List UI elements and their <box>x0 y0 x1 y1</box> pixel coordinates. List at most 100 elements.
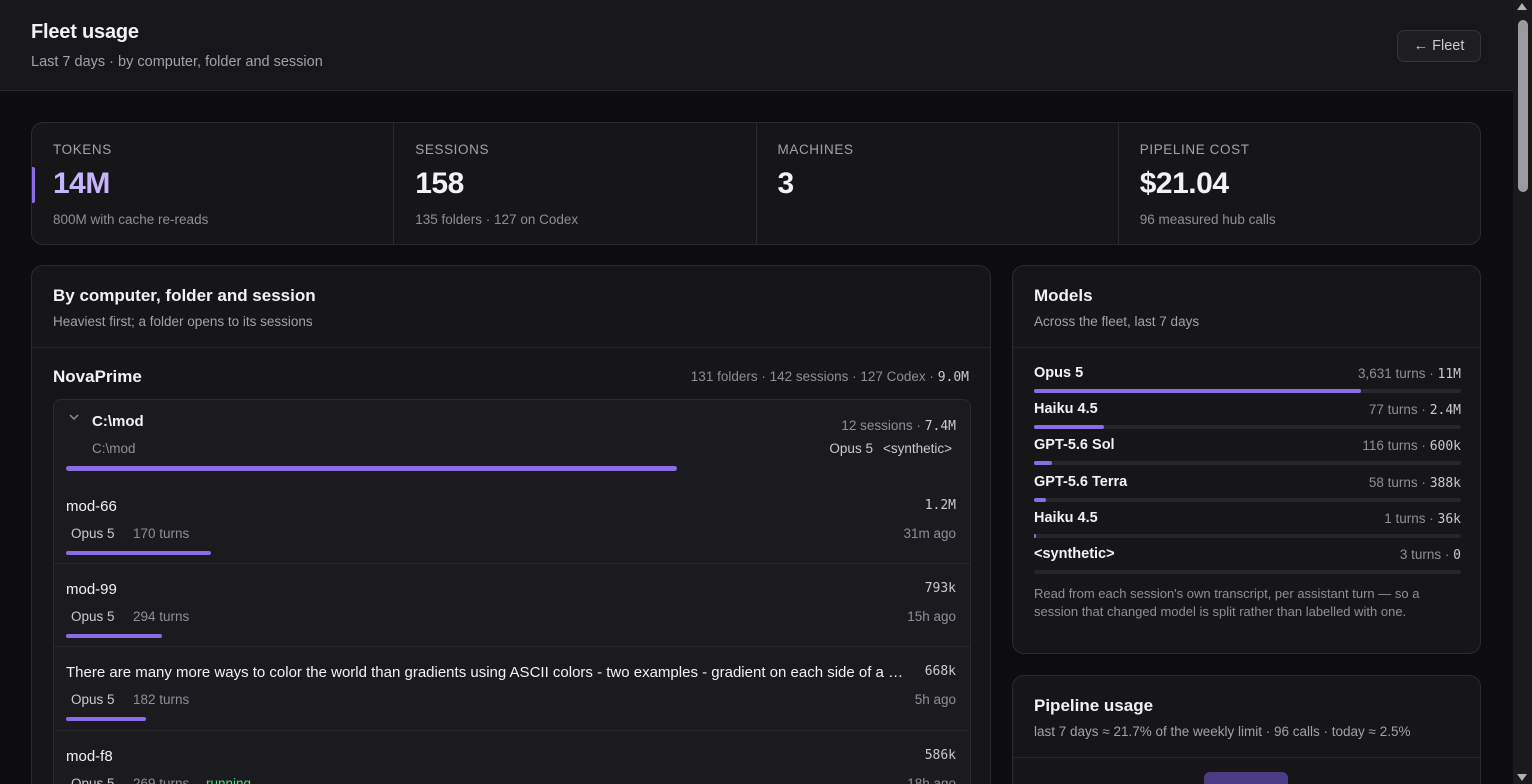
pipeline-card: Pipeline usage last 7 days ≈ 21.7% of th… <box>1012 675 1481 784</box>
model-tag: Opus 5 <box>829 441 873 456</box>
breakdown-subtitle: Heaviest first; a folder opens to its se… <box>53 314 313 329</box>
machine-tokens: 9.0M <box>937 370 969 385</box>
model-tokens: 600k <box>1429 439 1461 454</box>
model-stats: 116 turns · 600k <box>1362 438 1461 454</box>
stat-label: MACHINES <box>777 142 854 157</box>
session-tokens: 668k <box>924 664 956 679</box>
model-name: GPT-5.6 Terra <box>1034 474 1128 490</box>
folder-group[interactable]: C:\mod 12 sessions · 7.4M C:\mod Opus 5 <… <box>53 399 971 784</box>
session-turns: 170 turns <box>133 526 190 541</box>
stat-label: TOKENS <box>53 142 112 157</box>
models-card: Models Across the fleet, last 7 days Opu… <box>1012 265 1481 654</box>
breakdown-title: By computer, folder and session <box>53 286 316 305</box>
model-tokens: 36k <box>1437 512 1461 527</box>
session-usage-bar <box>66 717 146 721</box>
chevron-down-icon[interactable] <box>69 412 79 422</box>
row-divider <box>54 646 970 647</box>
stat-note: 135 folders · 127 on Codex <box>415 212 579 227</box>
back-to-fleet-button[interactable]: ← Fleet <box>1397 30 1481 62</box>
model-stats: 77 turns · 2.4M <box>1369 402 1461 418</box>
row-divider <box>54 730 970 731</box>
folder-meta: 12 sessions · 7.4M <box>841 418 956 434</box>
model-stats: 58 turns · 388k <box>1369 475 1461 491</box>
model-bar-fill <box>1034 461 1052 465</box>
model-turns: 58 turns · <box>1368 475 1430 490</box>
model-bar-fill <box>1034 534 1036 538</box>
stat-value: 3 <box>777 167 795 200</box>
folder-path: C:\mod <box>92 441 136 456</box>
session-model: Opus 5 <box>71 776 115 784</box>
session-name[interactable]: mod-99 <box>66 581 117 598</box>
session-status-badge: running <box>206 776 252 784</box>
stat-pipeline-cost: PIPELINE COST $21.04 96 measured hub cal… <box>1119 123 1480 244</box>
stat-accent-marker <box>32 167 35 203</box>
model-stats: 1 turns · 36k <box>1384 511 1461 527</box>
folder-usage-bar <box>66 466 677 471</box>
model-name: GPT-5.6 Sol <box>1034 437 1115 453</box>
model-bar-track <box>1034 461 1461 465</box>
model-bar-track <box>1034 534 1461 538</box>
model-turns: 77 turns · <box>1368 402 1430 417</box>
session-usage-bar <box>66 634 162 638</box>
model-name: <synthetic> <box>1034 546 1115 562</box>
session-name[interactable]: mod-66 <box>66 498 117 515</box>
scrollbar-thumb[interactable] <box>1518 20 1528 192</box>
model-name: Haiku 4.5 <box>1034 510 1098 526</box>
model-tokens: 2.4M <box>1429 403 1461 418</box>
session-tokens: 586k <box>924 748 956 763</box>
session-model: Opus 5 <box>71 692 115 707</box>
model-bar-track <box>1034 570 1461 574</box>
folder-tokens: 7.4M <box>924 419 956 434</box>
session-name[interactable]: mod-f8 <box>66 748 113 765</box>
stat-label: SESSIONS <box>415 142 490 157</box>
model-tokens: 388k <box>1429 476 1461 491</box>
stats-strip: TOKENS 14M 800M with cache re-reads SESS… <box>31 122 1481 245</box>
model-turns: 3 turns · <box>1399 547 1454 562</box>
divider <box>32 347 990 348</box>
machine-name: NovaPrime <box>53 367 142 386</box>
folder-model-tags: Opus 5 <synthetic> <box>819 441 952 456</box>
stat-label: PIPELINE COST <box>1139 142 1250 157</box>
session-model: Opus 5 <box>71 526 115 541</box>
divider <box>1013 347 1480 348</box>
models-title: Models <box>1034 286 1093 305</box>
divider <box>1013 757 1480 758</box>
model-bar-fill <box>1034 498 1046 502</box>
session-turns: 294 turns <box>133 609 190 624</box>
pipeline-chart-bar <box>1204 772 1288 784</box>
model-stats: 3,631 turns · 11M <box>1358 366 1461 382</box>
session-last-active: 18h ago <box>907 776 956 784</box>
folder-name[interactable]: C:\mod <box>92 413 144 430</box>
model-bar-fill <box>1034 389 1361 393</box>
session-tokens: 793k <box>924 581 956 596</box>
model-turns: 3,631 turns · <box>1357 366 1438 381</box>
session-name[interactable]: There are many more ways to color the wo… <box>66 664 906 681</box>
page-scrollbar[interactable] <box>1513 0 1532 784</box>
page-header: Fleet usage Last 7 days · by computer, f… <box>0 0 1513 91</box>
models-footnote: Read from each session's own transcript,… <box>1034 586 1420 619</box>
model-turns: 116 turns · <box>1362 438 1430 453</box>
session-last-active: 15h ago <box>907 609 956 624</box>
machine-meta-text: 131 folders · 142 sessions · 127 Codex · <box>690 369 938 384</box>
session-model: Opus 5 <box>71 609 115 624</box>
page-subtitle: Last 7 days · by computer, folder and se… <box>31 54 323 70</box>
model-bar-fill <box>1034 425 1104 429</box>
model-tokens: 11M <box>1437 367 1461 382</box>
scroll-up-arrow-icon[interactable] <box>1517 3 1527 10</box>
model-bar-track <box>1034 425 1461 429</box>
row-divider <box>54 563 970 564</box>
model-bar-track <box>1034 498 1461 502</box>
model-turns: 1 turns · <box>1384 511 1438 526</box>
scroll-down-arrow-icon[interactable] <box>1517 774 1527 781</box>
model-tag: <synthetic> <box>882 441 952 456</box>
session-last-active: 31m ago <box>903 526 956 541</box>
session-usage-bar <box>66 551 211 555</box>
stat-note: 96 measured hub calls <box>1139 212 1276 227</box>
machine-meta: 131 folders · 142 sessions · 127 Codex ·… <box>691 369 969 385</box>
stat-sessions: SESSIONS 158 135 folders · 127 on Codex <box>394 123 757 244</box>
model-tokens: 0 <box>1453 548 1461 563</box>
model-bar-track <box>1034 389 1461 393</box>
pipeline-title: Pipeline usage <box>1034 696 1154 715</box>
breakdown-card: By computer, folder and session Heaviest… <box>31 265 991 784</box>
session-last-active: 5h ago <box>914 692 956 707</box>
